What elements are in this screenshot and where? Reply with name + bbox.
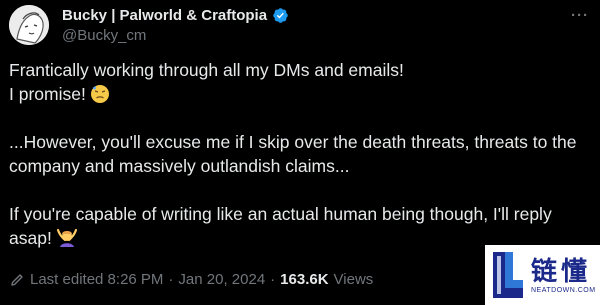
tweet-line: ...However, you'll excuse me if I skip o… <box>9 132 577 152</box>
author-display-name[interactable]: Bucky | Palworld & Craftopia <box>62 7 267 24</box>
avatar[interactable] <box>9 5 49 45</box>
tweet-line: I promise! <box>9 82 589 106</box>
author-name-row[interactable]: Bucky | Palworld & Craftopia <box>62 5 289 25</box>
views-count: 163.6K <box>280 271 329 288</box>
tweet-line: Frantically working through all my DMs a… <box>9 60 404 80</box>
downcast-face-with-sweat-emoji <box>90 85 109 103</box>
last-edited-link[interactable]: Last edited 8:26 PM <box>30 271 163 288</box>
verified-badge-icon <box>273 7 288 23</box>
watermark-brand: 链懂 <box>531 256 592 287</box>
pencil-icon <box>11 273 23 286</box>
author-handle[interactable]: @Bucky_cm <box>62 27 146 44</box>
tweet-line: company and massively outlandish claims.… <box>9 156 350 176</box>
person-gesturing-ok-emoji <box>56 228 77 247</box>
tweet-date[interactable]: Jan 20, 2024 <box>178 271 265 288</box>
tweet-text: Frantically working through all my DMs a… <box>9 58 589 250</box>
tweet-line: If you're capable of writing like an act… <box>9 204 552 224</box>
neatdown-logo-icon <box>493 252 523 298</box>
more-options-icon[interactable]: ··· <box>571 7 589 24</box>
watermark-url: NEATDOWN.COM <box>531 286 596 294</box>
views-label: Views <box>333 271 374 288</box>
separator: · <box>270 271 276 288</box>
separator: · <box>168 271 174 288</box>
tweet-meta: Last edited 8:26 PM · Jan 20, 2024 · 163… <box>9 271 373 288</box>
watermark: 链懂 NEATDOWN.COM <box>485 245 600 305</box>
